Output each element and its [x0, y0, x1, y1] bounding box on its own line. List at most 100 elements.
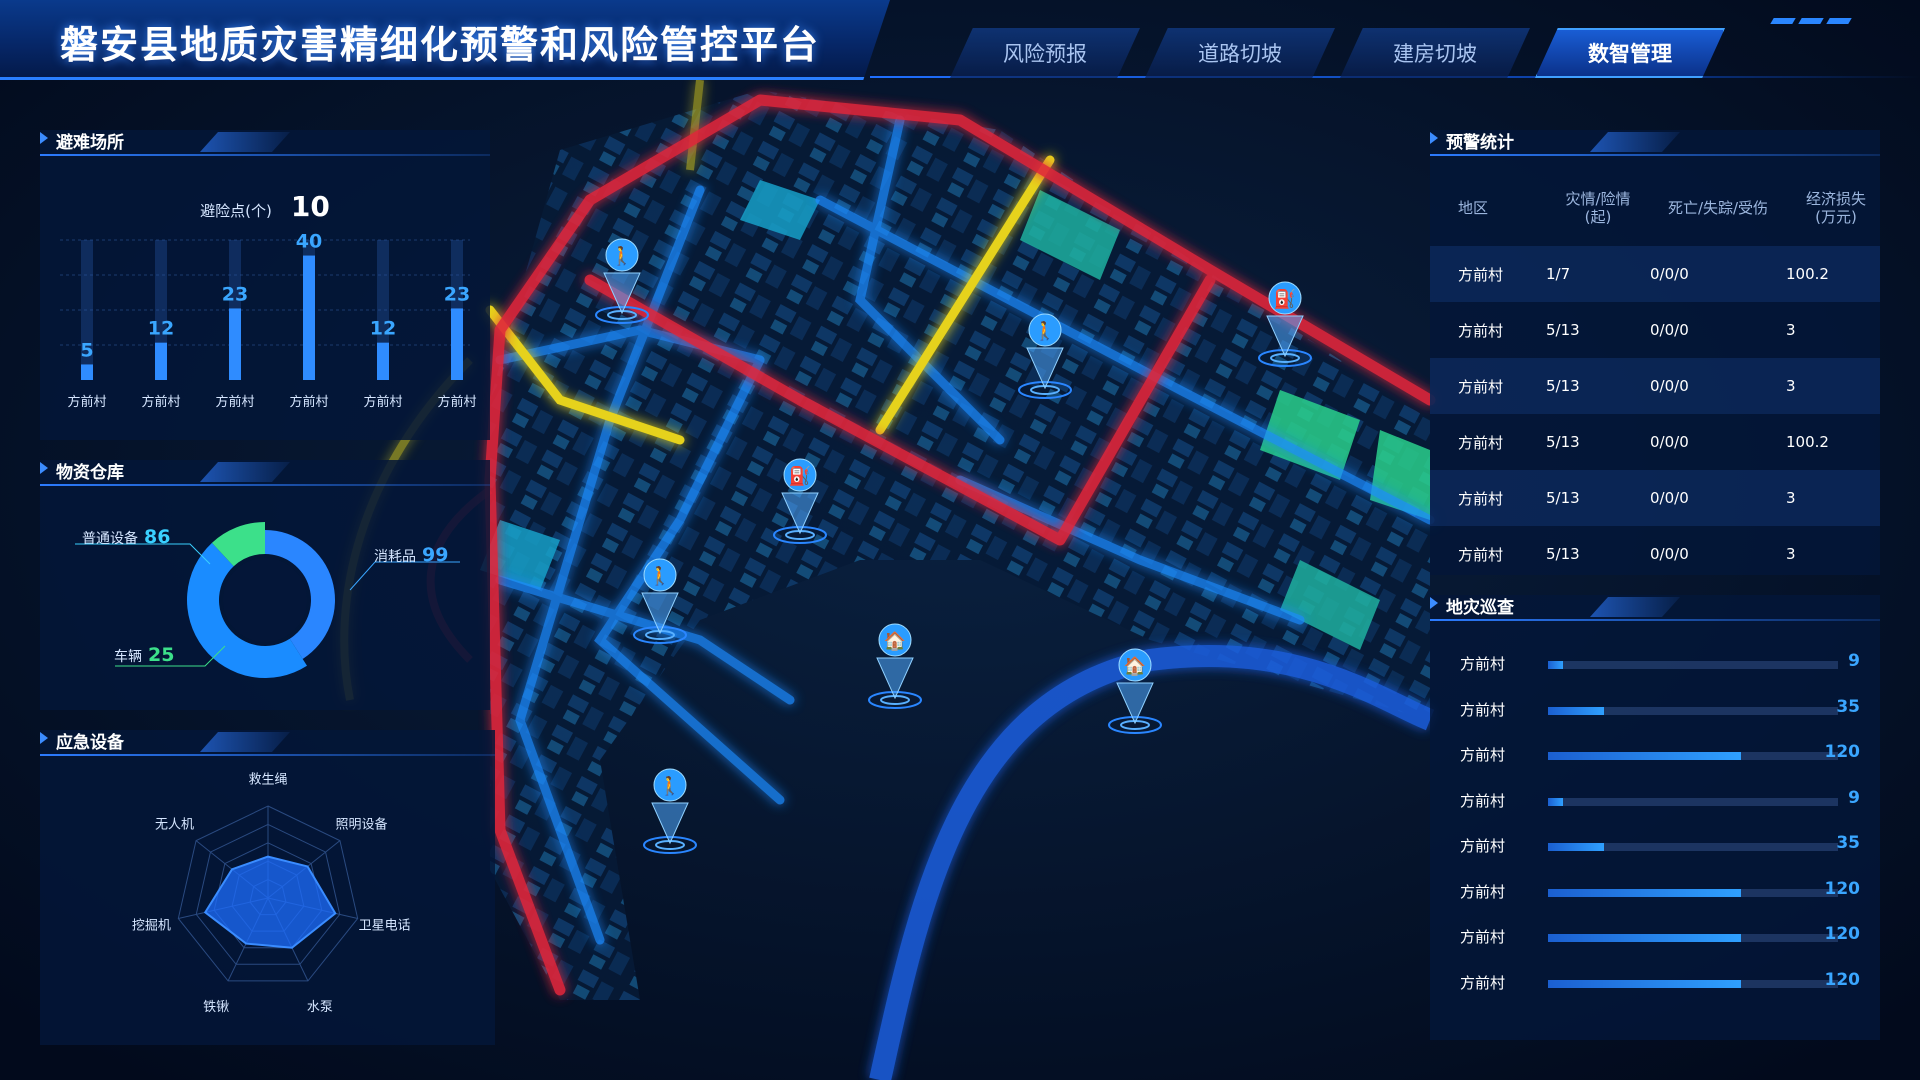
- bar-category-label: 方前村: [289, 394, 328, 410]
- radar-area: [203, 855, 337, 949]
- patrol-row[interactable]: 方前村 120: [1460, 742, 1860, 766]
- table-cell: 5/13: [1546, 377, 1580, 395]
- patrol-row[interactable]: 方前村 35: [1460, 697, 1860, 721]
- wh-label-text: 普通设备: [82, 531, 138, 547]
- map-pin[interactable]: 🚶: [592, 235, 652, 325]
- table-cell: 3: [1786, 377, 1796, 395]
- patrol-row-name: 方前村: [1460, 655, 1506, 673]
- arrow-icon: [40, 132, 48, 144]
- table-cell: 方前村: [1458, 321, 1504, 340]
- patrol-row-name: 方前村: [1460, 700, 1506, 719]
- header-ribbon: [200, 132, 290, 152]
- table-row[interactable]: 方前村 5/13 0/0/0 3: [1430, 358, 1880, 414]
- table-row[interactable]: 方前村 5/13 0/0/0 100.2: [1430, 414, 1880, 470]
- map-pin[interactable]: ⛽: [770, 455, 830, 545]
- map-pin[interactable]: 🏠: [1105, 645, 1165, 735]
- header-decoration: [1770, 18, 1852, 24]
- patrol-row[interactable]: 方前村 120: [1460, 970, 1860, 994]
- arrow-icon: [1430, 132, 1438, 144]
- map-pin[interactable]: 🚶: [640, 765, 700, 855]
- patrol-bar-track: [1548, 888, 1838, 897]
- arrow-icon: [40, 732, 48, 744]
- bar-category-label: 方前村: [215, 394, 254, 410]
- svg-text:🚶: 🚶: [1034, 320, 1056, 342]
- patrol-row-value: 120: [1824, 878, 1861, 899]
- table-cell: 3: [1786, 321, 1796, 339]
- tab-label: 数智管理: [1588, 42, 1672, 66]
- table-row[interactable]: 方前村 1/7 0/0/0 100.2: [1430, 246, 1880, 302]
- table-cell: 方前村: [1458, 489, 1504, 508]
- emergency-panel: 应急设备 救生绳 照明设备 卫星电话 水泵 铁锹 挖掘机 无人机: [40, 730, 495, 1045]
- table-cell: 0/0/0: [1650, 265, 1689, 283]
- bar: [377, 342, 389, 380]
- radar-axis-label: 铁锹: [203, 1000, 229, 1015]
- wh-label-text: 消耗品: [374, 549, 416, 565]
- shelter-count: 避险点(个) 10: [40, 190, 490, 223]
- patrol-row-name: 方前村: [1460, 837, 1506, 855]
- svg-text:🚶: 🚶: [659, 775, 681, 797]
- bar-value-label: 40: [296, 231, 322, 253]
- patrol-row[interactable]: 方前村 120: [1460, 924, 1860, 948]
- patrol-row-value: 120: [1824, 924, 1861, 944]
- table-row[interactable]: 方前村 5/13 0/0/0 3: [1430, 526, 1880, 582]
- table-header-row: 地区 灾情/险情 (起) 死亡/失踪/受伤 经济损失 (万元): [1430, 170, 1880, 246]
- table-cell: 方前村: [1458, 545, 1504, 564]
- table-header-cell: 死亡/失踪/受伤: [1667, 199, 1769, 217]
- tab-building-slope[interactable]: 建房切坡: [1340, 28, 1530, 78]
- top-header: 磐安县地质灾害精细化预警和风险管控平台 风险预报 道路切坡 建房切坡 数智管理: [0, 0, 1920, 82]
- patrol-row[interactable]: 方前村 35: [1460, 833, 1860, 857]
- bar: [303, 255, 315, 380]
- wh-label-text: 车辆: [114, 649, 142, 665]
- panel-title: 物资仓库: [56, 463, 124, 483]
- patrol-bar-fill: [1548, 706, 1605, 715]
- table-row[interactable]: 方前村 5/13 0/0/0 3: [1430, 302, 1880, 358]
- panel-header: 应急设备: [40, 726, 495, 758]
- shelter-bar-chart: 5 方前村 12 方前村 23 方前村 40 方前村 12 方前村 23 方前村: [60, 231, 477, 410]
- bar-category-label: 方前村: [437, 394, 476, 410]
- panel-header: 预警统计: [1430, 126, 1880, 158]
- warning-panel: 预警统计 地区 灾情/险情 (起) 死亡/失踪/受伤 经济损失 (万元) 方前村 1/7 0…: [1430, 130, 1880, 575]
- patrol-row[interactable]: 方前村 9: [1460, 651, 1860, 675]
- table-cell: 0/0/0: [1650, 545, 1689, 563]
- tab-digital-management[interactable]: 数智管理: [1535, 28, 1725, 78]
- warehouse-panel: 物资仓库 普通设备 86 消耗品 99 车辆 25: [40, 460, 490, 710]
- patrol-row[interactable]: 方前村 120: [1460, 879, 1860, 903]
- map-pin[interactable]: ⛽: [1255, 278, 1315, 368]
- patrol-bar-track: [1548, 934, 1838, 942]
- header-ribbon: [1590, 597, 1680, 617]
- map-pin[interactable]: 🏠: [865, 620, 925, 710]
- leader-line: [349, 561, 460, 591]
- tab-label: 风险预报: [1003, 42, 1087, 66]
- svg-text:🏠: 🏠: [1124, 656, 1146, 677]
- table-row[interactable]: 方前村 5/13 0/0/0 3: [1430, 470, 1880, 526]
- map-pin[interactable]: 🚶: [1015, 310, 1075, 400]
- patrol-row-value: 120: [1824, 969, 1861, 990]
- panel-header: 避难场所: [40, 126, 490, 158]
- header-underline: [1430, 619, 1880, 621]
- wh-label-vehicles: 车辆 25: [114, 644, 174, 666]
- panel-title: 应急设备: [56, 733, 124, 753]
- panel-title: 预警统计: [1446, 133, 1514, 153]
- wh-label-value: 25: [148, 644, 175, 666]
- map-pin[interactable]: 🚶: [630, 555, 690, 645]
- patrol-bar-fill: [1548, 797, 1563, 806]
- patrol-panel: 地灾巡查 方前村 9 方前村 35 方前村 120 方前村 9 方前村 35 方前村 120 方前村 12…: [1430, 595, 1880, 1040]
- patrol-row-name: 方前村: [1460, 882, 1506, 901]
- header-ribbon: [200, 462, 290, 482]
- patrol-bar-fill: [1548, 934, 1742, 942]
- patrol-row-name: 方前村: [1460, 973, 1506, 992]
- table-cell: 1/7: [1546, 265, 1571, 283]
- bar-value-label: 12: [370, 318, 396, 340]
- svg-text:🚶: 🚶: [649, 565, 671, 587]
- building-icon: 🏠: [1108, 648, 1162, 734]
- patrol-bar-fill: [1548, 843, 1605, 851]
- walker-icon: 🚶: [595, 238, 649, 324]
- patrol-bar-fill: [1548, 752, 1742, 760]
- patrol-bar-track: [1548, 979, 1838, 988]
- patrol-row[interactable]: 方前村 9: [1460, 788, 1860, 812]
- bar: [229, 308, 241, 380]
- tab-risk-forecast[interactable]: 风险预报: [950, 28, 1140, 78]
- radar-axis-label: 无人机: [155, 817, 194, 832]
- tab-road-slope[interactable]: 道路切坡: [1145, 28, 1335, 78]
- patrol-row-value: 9: [1848, 651, 1860, 671]
